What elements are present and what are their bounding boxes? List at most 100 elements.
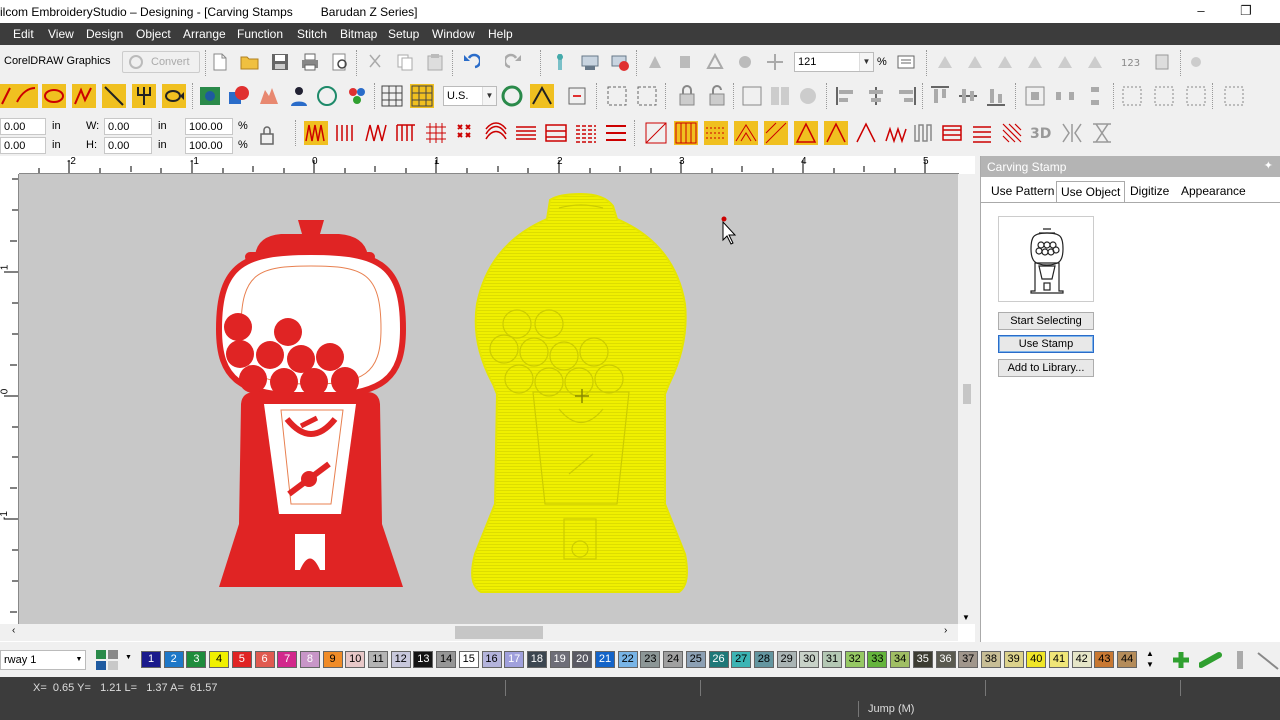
horizontal-scrollbar[interactable]: ‹ ›: [0, 624, 958, 641]
pin-icon[interactable]: ✦: [1264, 159, 1273, 172]
menu-help[interactable]: Help: [488, 27, 513, 41]
cross-stitch-icon[interactable]: [454, 121, 478, 145]
paste-icon[interactable]: [425, 52, 445, 72]
menu-setup[interactable]: Setup: [388, 27, 419, 41]
tool-icon-e[interactable]: [765, 52, 785, 72]
thread-color-swatch[interactable]: 4: [209, 651, 230, 668]
effect-icon-7[interactable]: [824, 121, 848, 145]
design-canvas[interactable]: [19, 174, 958, 624]
thread-color-swatch[interactable]: 43: [1094, 651, 1115, 668]
print-icon[interactable]: [300, 52, 320, 72]
slash-tool-icon[interactable]: [1256, 649, 1280, 671]
size-v-icon[interactable]: [1184, 84, 1208, 108]
thread-color-swatch[interactable]: 16: [481, 651, 502, 668]
thread-color-swatch[interactable]: 25: [685, 651, 706, 668]
menu-view[interactable]: View: [48, 27, 74, 41]
thread-color-swatch[interactable]: 7: [277, 651, 298, 668]
hoop-icon[interactable]: [500, 84, 524, 108]
radial-fill-icon[interactable]: [514, 121, 538, 145]
thread-color-swatch[interactable]: 28: [753, 651, 774, 668]
lock-icon[interactable]: [675, 84, 699, 108]
shapes-icon[interactable]: [227, 84, 251, 108]
units-select[interactable]: U.S. ▼: [443, 86, 497, 106]
print-preview-icon[interactable]: [330, 52, 350, 72]
effect-icon-4[interactable]: [734, 121, 758, 145]
thread-color-swatch[interactable]: 34: [890, 651, 911, 668]
red-gumball-machine[interactable]: [215, 220, 407, 587]
needle-icon[interactable]: [1228, 649, 1252, 671]
tatami-stitch-icon[interactable]: [364, 121, 388, 145]
thread-color-swatch[interactable]: 3: [186, 651, 207, 668]
reshape-icon-a[interactable]: [935, 52, 955, 72]
menu-bitmap[interactable]: Bitmap: [340, 27, 377, 41]
satin-stitch-icon[interactable]: [334, 121, 358, 145]
stitch-player-icon[interactable]: [550, 52, 570, 72]
more-tools-icon[interactable]: [1152, 52, 1172, 72]
scroll-down-icon[interactable]: ▼: [962, 613, 970, 622]
width-field[interactable]: 0.00: [104, 118, 152, 135]
tool-icon-d[interactable]: [735, 52, 755, 72]
polygon-select-icon[interactable]: [635, 84, 659, 108]
menu-design[interactable]: Design: [86, 27, 123, 41]
thread-color-swatch[interactable]: 39: [1003, 651, 1024, 668]
thread-color-swatch[interactable]: 44: [1117, 651, 1138, 668]
menu-window[interactable]: Window: [432, 27, 475, 41]
effect-icon-9[interactable]: [884, 121, 908, 145]
overflow-icon[interactable]: [1222, 84, 1246, 108]
x-position-field[interactable]: 0.00: [0, 118, 46, 135]
thread-color-swatch[interactable]: 11: [368, 651, 388, 668]
add-color-icon[interactable]: [1170, 649, 1192, 671]
vertical-scrollbar[interactable]: ▼: [958, 174, 975, 624]
reshape-icon-f[interactable]: [1085, 52, 1105, 72]
effect-icon-2[interactable]: [674, 121, 698, 145]
align-center-icon[interactable]: [864, 84, 888, 108]
effect-icon-1[interactable]: [644, 121, 668, 145]
reshape-icon-b[interactable]: [965, 52, 985, 72]
menu-arrange[interactable]: Arrange: [183, 27, 226, 41]
thread-color-swatch[interactable]: 15: [458, 651, 479, 668]
menu-function[interactable]: Function: [237, 27, 283, 41]
tab-appearance[interactable]: Appearance: [1177, 181, 1250, 202]
save-icon[interactable]: [270, 52, 290, 72]
align-middle-icon[interactable]: [956, 84, 980, 108]
satin-tool-icon[interactable]: [14, 84, 38, 108]
coreldraw-graphics-button[interactable]: CorelDRAW Graphics: [4, 55, 111, 67]
select-icon[interactable]: [605, 84, 629, 108]
thread-color-swatch[interactable]: 40: [1026, 651, 1047, 668]
start-selecting-button[interactable]: Start Selecting: [998, 312, 1094, 330]
distribute-v-icon[interactable]: [1083, 84, 1107, 108]
copy-icon[interactable]: [395, 52, 415, 72]
thread-color-swatch[interactable]: 31: [822, 651, 842, 668]
effect-icon-16[interactable]: [1090, 121, 1114, 145]
thread-color-swatch[interactable]: 1: [141, 651, 161, 668]
thread-color-swatch[interactable]: 5: [231, 651, 252, 668]
distribute-icon[interactable]: [1053, 84, 1077, 108]
new-file-icon[interactable]: [210, 52, 230, 72]
layer-select[interactable]: rway 1 ▼: [0, 650, 86, 670]
extra-tool-icon[interactable]: [1186, 52, 1206, 72]
height-field[interactable]: 0.00: [104, 137, 152, 154]
3d-effect-icon[interactable]: 3D: [1030, 121, 1054, 145]
thread-color-swatch[interactable]: 41: [1049, 651, 1069, 668]
thread-color-swatch[interactable]: 8: [299, 651, 320, 668]
send-to-machine-icon[interactable]: [610, 52, 630, 72]
fork-tool-icon[interactable]: [132, 84, 156, 108]
reshape-icon-e[interactable]: [1055, 52, 1075, 72]
tool-icon-a[interactable]: [645, 52, 665, 72]
complex-fill-icon[interactable]: [72, 84, 96, 108]
open-folder-icon[interactable]: [240, 52, 260, 72]
person-icon[interactable]: [287, 84, 311, 108]
thread-color-swatch[interactable]: 36: [935, 651, 956, 668]
tool-icon-b[interactable]: [675, 52, 695, 72]
thread-color-swatch[interactable]: 17: [504, 651, 525, 668]
thread-color-swatch[interactable]: 9: [322, 651, 343, 668]
carving-stamp-icon[interactable]: [704, 121, 728, 145]
menu-edit[interactable]: Edit: [13, 27, 34, 41]
menu-object[interactable]: Object: [136, 27, 171, 41]
ellipse-tool-icon[interactable]: [315, 84, 339, 108]
zoom-box-icon[interactable]: [896, 52, 916, 72]
zoom-select[interactable]: 121 ▼: [794, 52, 874, 72]
reshape-icon-c[interactable]: [995, 52, 1015, 72]
size-h-icon[interactable]: [1152, 84, 1176, 108]
align-bottom-icon[interactable]: [984, 84, 1008, 108]
